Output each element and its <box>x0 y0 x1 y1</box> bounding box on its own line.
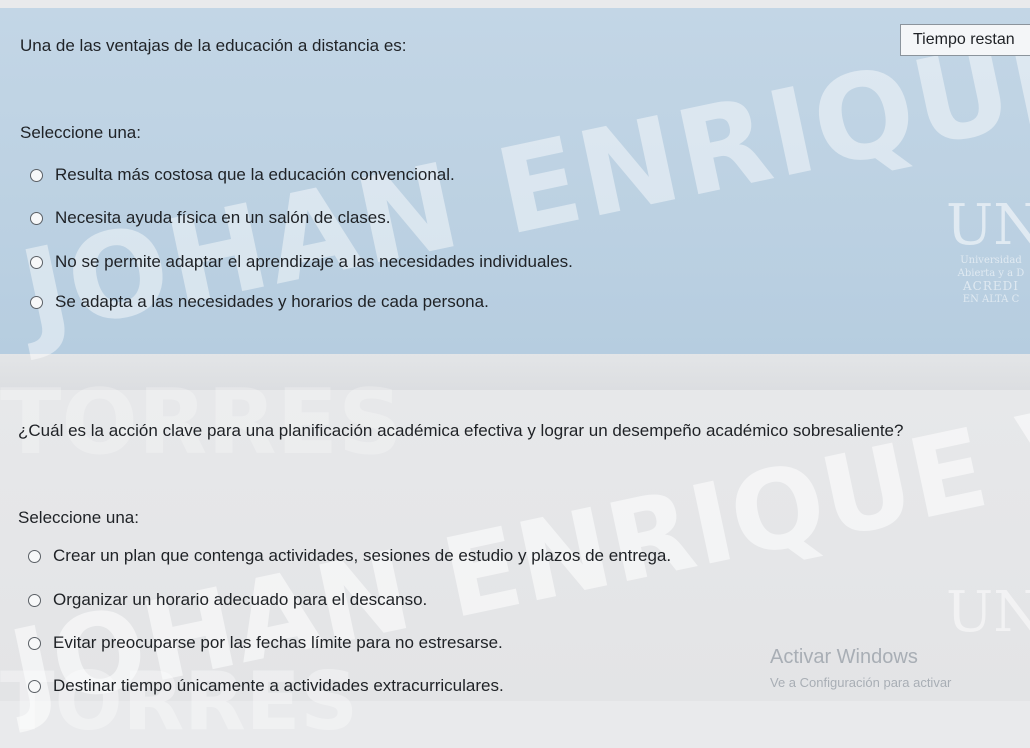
radio-button[interactable] <box>28 549 41 563</box>
university-logo-line3: ACREDI <box>962 279 1019 293</box>
option-label: Necesita ayuda física en un salón de cla… <box>55 208 391 227</box>
radio-button[interactable] <box>30 211 43 225</box>
question-1-prompt: Seleccione una: <box>20 123 141 142</box>
question-1-option-b[interactable]: Necesita ayuda física en un salón de cla… <box>30 208 390 228</box>
question-2-option-c[interactable]: Evitar preocuparse por las fechas límite… <box>28 633 503 653</box>
watermark-surname-2: TORRES <box>0 655 359 748</box>
radio-button[interactable] <box>28 679 41 693</box>
radio-button[interactable] <box>28 636 41 650</box>
radio-button[interactable] <box>28 593 41 607</box>
radio-button[interactable] <box>30 295 43 309</box>
question-1-option-a[interactable]: Resulta más costosa que la educación con… <box>30 165 455 185</box>
windows-activation-subtitle: Ve a Configuración para activar <box>770 675 952 690</box>
question-2-text: ¿Cuál es la acción clave para una planif… <box>18 421 904 440</box>
radio-button[interactable] <box>30 255 43 269</box>
windows-activation-notice: Activar Windows Ve a Configuración para … <box>770 646 951 690</box>
question-2-option-b[interactable]: Organizar un horario adecuado para el de… <box>28 590 427 610</box>
university-logo: UN Universidad Abierta y a D ACREDI EN A… <box>946 198 1030 306</box>
option-label: Resulta más costosa que la educación con… <box>55 165 455 184</box>
radio-button[interactable] <box>30 168 43 182</box>
university-logo-mark: UN <box>946 193 1030 258</box>
question-2-option-d[interactable]: Destinar tiempo únicamente a actividades… <box>28 676 504 696</box>
option-label: Organizar un horario adecuado para el de… <box>53 590 428 609</box>
time-remaining-box: Tiempo restan <box>900 24 1030 56</box>
option-label: No se permite adaptar el aprendizaje a l… <box>55 252 573 271</box>
option-label: Crear un plan que contenga actividades, … <box>53 546 672 565</box>
question-2-prompt: Seleccione una: <box>18 508 139 527</box>
option-label: Se adapta a las necesidades y horarios d… <box>55 292 489 311</box>
windows-activation-title: Activar Windows <box>770 646 918 668</box>
question-1-option-d[interactable]: Se adapta a las necesidades y horarios d… <box>30 292 489 312</box>
question-1-text: Una de las ventajas de la educación a di… <box>20 36 407 55</box>
option-label: Evitar preocuparse por las fechas límite… <box>53 633 503 652</box>
question-1-option-c[interactable]: No se permite adaptar el aprendizaje a l… <box>30 252 573 272</box>
university-logo-2: UN <box>946 585 1030 641</box>
option-label: Destinar tiempo únicamente a actividades… <box>53 676 504 695</box>
question-2-option-a[interactable]: Crear un plan que contenga actividades, … <box>28 546 671 566</box>
university-logo-line4: EN ALTA C <box>962 294 1020 305</box>
university-logo-mark-2: UN <box>946 580 1030 645</box>
